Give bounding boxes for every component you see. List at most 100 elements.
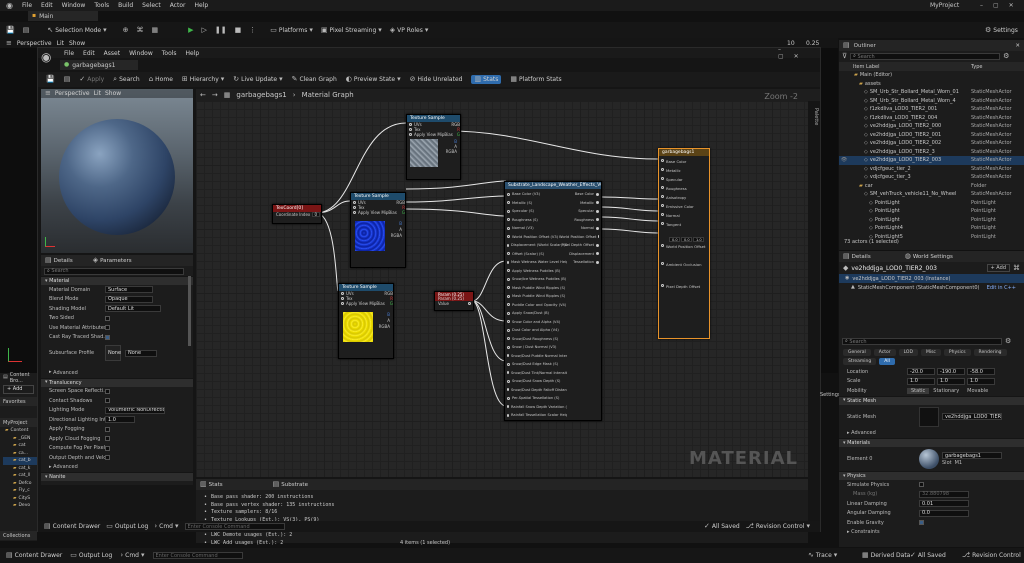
enable-gravity-checkbox[interactable] (919, 520, 924, 526)
viewport-perspective-button[interactable]: Perspective (17, 40, 52, 47)
output-depth-checkbox[interactable] (105, 455, 110, 461)
subsurface-profile-select[interactable]: None (125, 349, 157, 357)
contact-shadows-checkbox[interactable] (105, 398, 110, 404)
preview-lit-button[interactable]: Lit (94, 90, 101, 97)
search-button[interactable]: ⌕ Search (113, 76, 140, 84)
outliner-row[interactable]: ◇ ve2hddjga_LOD0_TIER2_001 StaticMeshActor (839, 131, 1024, 140)
details-search-input[interactable]: ⌕ Search (44, 267, 184, 275)
content-browser-tab[interactable]: ▤ Content Bro... (0, 372, 37, 384)
out-rgba[interactable]: RGBA (391, 233, 402, 238)
menu-select[interactable]: Select (142, 2, 161, 9)
out-b[interactable]: B (387, 312, 390, 317)
derived-data-button[interactable]: ▦ Derived Data (862, 552, 910, 560)
details-search-input-right[interactable]: ⌕ Search (842, 338, 1002, 345)
substrate-input-pin[interactable]: Rainfall Tessellation Scalar Height (S) (505, 411, 567, 420)
out-a[interactable]: A (387, 318, 390, 323)
content-icon[interactable]: ▤ (23, 26, 30, 34)
substrate-input-pin[interactable]: Snow/Ice Wetness Puddles (B) (505, 275, 567, 284)
materials-section-header[interactable]: ▾ Materials (839, 438, 1024, 447)
save-icon[interactable]: 💾 (6, 26, 15, 34)
level-tab[interactable]: ▪ Main (28, 11, 98, 21)
cb-project[interactable]: MyProject (0, 418, 37, 427)
outliner-row[interactable]: ◇ SM_Urb_Str_Bollard_Metal_Worn_01 StaticM… (839, 88, 1024, 97)
use-material-attributes-checkbox[interactable] (105, 325, 110, 331)
mat-tab[interactable]: ● garbagebags1 (60, 60, 138, 70)
out-g[interactable]: G (402, 210, 405, 215)
actor-name[interactable]: ve2hddjga_LOD0_TIER2_003 (851, 265, 937, 272)
pin-mipbias[interactable]: Apply View MipBias G (407, 132, 460, 137)
simulate-physics-checkbox[interactable] (919, 482, 924, 488)
translucency-section-header[interactable]: ▾ Translucency (41, 377, 193, 387)
substrate-output-pin[interactable]: Metallic (559, 199, 601, 208)
linear-damping-input[interactable]: 0.01 (919, 500, 969, 508)
stats-toggle-button[interactable]: ▥ Stats (471, 75, 502, 84)
step-icon[interactable]: ▷ (202, 26, 207, 34)
mat-revision-control[interactable]: ⎇ Revision Control ▾ (746, 523, 810, 531)
selection-mode-dropdown[interactable]: ↖ Selection Mode ▾ (47, 26, 106, 34)
substrate-input-pin[interactable]: Mask Puddle Wind Ripples (S) (505, 292, 567, 301)
edit-cpp-link[interactable]: Edit in C++ (987, 285, 1016, 291)
hide-unrelated-button[interactable]: ⊘ Hide Unrelated (410, 76, 463, 84)
preview-show-button[interactable]: Show (105, 90, 121, 97)
substrate-input-pin[interactable]: Puddle Color and Opacity (V4) (505, 301, 567, 310)
forward-arrow-icon[interactable]: → (212, 91, 218, 99)
save-icon[interactable]: 💾 (46, 76, 55, 83)
substrate-input-pin[interactable]: Snow/Dust Puddle Normal Intensity (S) (505, 352, 567, 361)
console-input[interactable]: Enter Console Command (152, 552, 243, 559)
texcoord-index-value[interactable]: 0 (311, 212, 321, 217)
substrate-output-pin[interactable]: Roughness (559, 216, 601, 225)
play-icon[interactable]: ▶ (188, 26, 193, 34)
apply-button[interactable]: ✓ Apply (79, 76, 104, 84)
substrate-output-pin[interactable]: Normal (559, 224, 601, 233)
menu-file[interactable]: File (22, 2, 32, 9)
pin-mipbias[interactable]: Apply View MipBias G (351, 210, 405, 215)
outliner-row[interactable]: ◇ vdjcfgeuc_tier_2 StaticMeshActor (839, 165, 1024, 174)
stop-icon[interactable]: ■ (235, 26, 242, 34)
cast-ray-traced-checkbox[interactable] (105, 334, 110, 340)
visibility-eye-icon[interactable]: 👁 (839, 157, 849, 163)
unreal-logo-icon[interactable]: ◉ (6, 1, 13, 10)
outliner-row[interactable]: ◇ vdjcfgeuc_tier_3 StaticMeshActor (839, 173, 1024, 182)
outliner-row[interactable]: ◇ SM_vehTruck_vehicle11_No_Wheel StaticMes… (839, 190, 1024, 199)
tangent-x-input[interactable]: 0.0 (669, 237, 680, 242)
vp-roles-button[interactable]: ◈ VP Roles ▾ (390, 26, 429, 34)
outliner-row[interactable]: ◇ f1zkdliva_LOD0_TIER2_004 StaticMeshActor (839, 114, 1024, 123)
cb-folder[interactable]: ▰ Content (3, 427, 37, 435)
cmd-dropdown[interactable]: › Cmd ▾ (120, 552, 144, 560)
substrate-tab[interactable]: ▤ Substrate (273, 481, 308, 488)
location-z[interactable]: -58.0 (967, 368, 995, 376)
filter-tab[interactable]: Misc (920, 349, 941, 356)
mobility-static[interactable]: Static (907, 387, 930, 394)
mat-menu-edit[interactable]: Edit (83, 50, 95, 57)
cb-folder[interactable]: ▰ CityS (3, 495, 37, 503)
substrate-input-pin[interactable]: Snow/Dust Depth Falloff Distance (S) (505, 386, 567, 395)
substrate-output-pin[interactable]: World Position Offset (559, 233, 601, 242)
substrate-input-pin[interactable]: Apply Wetness Puddles (B) (505, 267, 567, 276)
location-y[interactable]: -190.0 (937, 368, 965, 376)
result-input-pin[interactable]: Normal (659, 211, 709, 220)
preview-state-button[interactable]: ◐ Preview State ▾ (346, 76, 401, 84)
substrate-input-pin[interactable]: Snow/Dust Snow Depth (S) (505, 377, 567, 386)
ue-logo-icon[interactable]: ◉ (41, 51, 51, 63)
outliner-search-input[interactable]: ⌕ Search (850, 53, 1001, 60)
scale-y[interactable]: 1.0 (937, 377, 965, 385)
all-saved-button[interactable]: ✓ All Saved (910, 552, 946, 560)
breadcrumb-graph[interactable]: Material Graph (302, 91, 354, 99)
material-graph-canvas[interactable]: Zoom -2 MATERIAL TexCoord[0] Coordinate … (196, 92, 808, 477)
nanite-section-header[interactable]: ▾ Nanite (41, 472, 193, 481)
preview-perspective-button[interactable]: Perspective (55, 90, 90, 97)
platform-stats-button[interactable]: ▦ Platform Stats (510, 76, 561, 84)
static-mesh-thumb[interactable] (919, 406, 939, 427)
mobility-stationary[interactable]: Stationary (929, 388, 963, 394)
substrate-input-pin[interactable]: Apply Snow/Dust (B) (505, 309, 567, 318)
outliner-row[interactable]: ◇ PointLight4 PointLight (839, 224, 1024, 233)
directional-lighting-input[interactable]: 1.0 (105, 416, 135, 424)
tangent-y-input[interactable]: 0.0 (681, 237, 692, 242)
outliner-row[interactable]: ▰ Main (Editor) (839, 71, 1024, 80)
clean-graph-button[interactable]: ✎ Clean Graph (292, 76, 337, 84)
breadcrumb-asset[interactable]: garbagebags1 (236, 91, 286, 99)
lighting-mode-select[interactable]: Volumetric NonDirectional (105, 406, 165, 414)
outliner-row[interactable]: 👁 ◇ ve2hddjga_LOD0_TIER2_003 StaticMeshActo… (839, 156, 1024, 165)
play-options-icon[interactable]: ⋮ (249, 26, 256, 34)
static-mesh-advanced[interactable]: ▸ Advanced (839, 429, 1024, 439)
